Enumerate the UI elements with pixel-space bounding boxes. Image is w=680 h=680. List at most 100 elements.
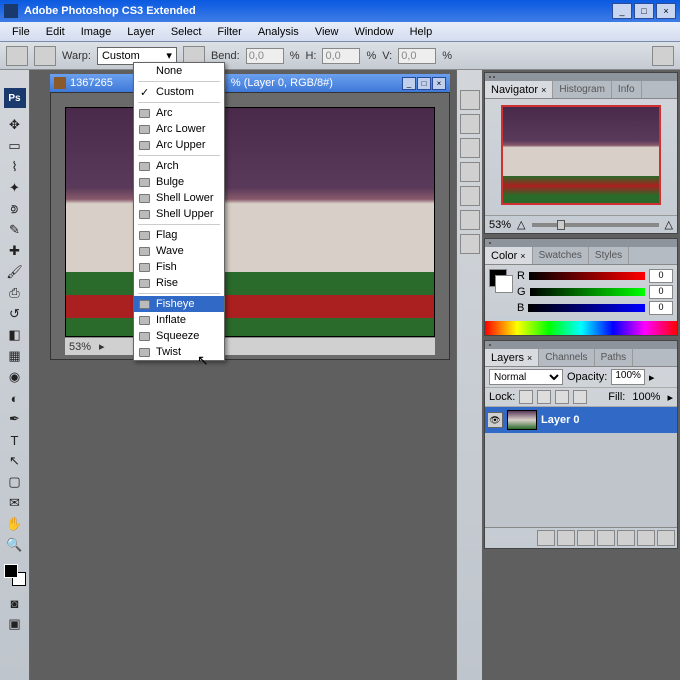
warp-arc-upper[interactable]: Arc Upper	[134, 137, 224, 153]
b-slider[interactable]	[528, 304, 645, 312]
wand-tool[interactable]: ✦	[4, 178, 26, 198]
doc-close-button[interactable]: ×	[432, 77, 446, 90]
bend-field[interactable]: 0,0	[246, 48, 284, 64]
warp-custom[interactable]: ✓Custom	[134, 84, 224, 100]
lock-transparent-icon[interactable]	[519, 390, 533, 404]
notes-tool[interactable]: ✉	[4, 493, 26, 513]
navigator-thumbnail[interactable]	[501, 105, 661, 205]
warp-shell-upper[interactable]: Shell Upper	[134, 206, 224, 222]
tab-histogram[interactable]: Histogram	[553, 81, 612, 98]
path-tool[interactable]: ↖	[4, 451, 26, 471]
warp-shell-lower[interactable]: Shell Lower	[134, 190, 224, 206]
warp-squeeze[interactable]: Squeeze	[134, 328, 224, 344]
menu-view[interactable]: View	[307, 24, 347, 40]
eyedropper-tool[interactable]: ✎	[4, 220, 26, 240]
warp-arch[interactable]: Arch	[134, 158, 224, 174]
crop-tool[interactable]: ⟄	[4, 199, 26, 219]
eraser-tool[interactable]: ◧	[4, 325, 26, 345]
heal-tool[interactable]: ✚	[4, 241, 26, 261]
new-layer-icon[interactable]	[637, 530, 655, 546]
spectrum-bar[interactable]	[485, 321, 677, 335]
grid-icon[interactable]	[34, 46, 56, 66]
menu-layer[interactable]: Layer	[119, 24, 163, 40]
warp-fish[interactable]: Fish	[134, 259, 224, 275]
lock-all-icon[interactable]	[573, 390, 587, 404]
tab-paths[interactable]: Paths	[595, 349, 634, 366]
tab-layers[interactable]: Layers×	[485, 349, 539, 366]
workspace-icon[interactable]	[652, 46, 674, 66]
tab-color[interactable]: Color×	[485, 247, 533, 264]
menu-help[interactable]: Help	[402, 24, 441, 40]
menu-edit[interactable]: Edit	[38, 24, 73, 40]
blur-tool[interactable]: ◉	[4, 367, 26, 387]
adjustment-icon[interactable]	[597, 530, 615, 546]
panel-drag[interactable]	[485, 341, 677, 349]
zoom-tool[interactable]: 🔍	[4, 535, 26, 555]
tab-styles[interactable]: Styles	[589, 247, 629, 264]
blend-mode-select[interactable]: Normal	[489, 369, 563, 385]
history-tool[interactable]: ↺	[4, 304, 26, 324]
dock-btn-1[interactable]	[460, 90, 480, 110]
minimize-button[interactable]: _	[612, 3, 632, 19]
warp-arc[interactable]: Arc	[134, 105, 224, 121]
dock-btn-7[interactable]	[460, 234, 480, 254]
shape-tool[interactable]: ▢	[4, 472, 26, 492]
move-tool[interactable]: ✥	[4, 115, 26, 135]
fx-icon[interactable]	[557, 530, 575, 546]
warp-twist[interactable]: Twist	[134, 344, 224, 360]
document-titlebar[interactable]: 1367265 % (Layer 0, RGB/8#) _ □ ×	[50, 74, 450, 92]
panel-drag[interactable]	[485, 239, 677, 247]
warp-wave[interactable]: Wave	[134, 243, 224, 259]
lock-image-icon[interactable]	[537, 390, 551, 404]
dock-btn-6[interactable]	[460, 210, 480, 230]
warp-flag[interactable]: Flag	[134, 227, 224, 243]
layer-name[interactable]: Layer 0	[541, 414, 580, 426]
warp-inflate[interactable]: Inflate	[134, 312, 224, 328]
dock-btn-2[interactable]	[460, 114, 480, 134]
tab-channels[interactable]: Channels	[539, 349, 594, 366]
menu-window[interactable]: Window	[346, 24, 401, 40]
foreground-swatch[interactable]	[4, 564, 18, 578]
doc-minimize-button[interactable]: _	[402, 77, 416, 90]
color-swatches[interactable]	[4, 564, 26, 586]
tab-swatches[interactable]: Swatches	[533, 247, 589, 264]
g-slider[interactable]	[530, 288, 645, 296]
group-icon[interactable]	[617, 530, 635, 546]
opacity-field[interactable]: 100%	[611, 369, 645, 385]
stamp-tool[interactable]: ⎙	[4, 283, 26, 303]
dodge-tool[interactable]: ◐	[4, 388, 26, 408]
tab-info[interactable]: Info	[612, 81, 642, 98]
warp-rise[interactable]: Rise	[134, 275, 224, 291]
doc-info[interactable]: ▸	[99, 340, 105, 353]
layer-thumbnail[interactable]	[507, 410, 537, 430]
warp-bulge[interactable]: Bulge	[134, 174, 224, 190]
marquee-tool[interactable]: ▭	[4, 136, 26, 156]
pen-tool[interactable]: ✒	[4, 409, 26, 429]
g-value[interactable]: 0	[649, 285, 673, 299]
warp-arc-lower[interactable]: Arc Lower	[134, 121, 224, 137]
type-tool[interactable]: T	[4, 430, 26, 450]
zoom-out-icon[interactable]: △	[517, 218, 525, 231]
mask-icon[interactable]	[577, 530, 595, 546]
close-button[interactable]: ×	[656, 3, 676, 19]
fill-field[interactable]: 100%	[629, 391, 663, 403]
menu-file[interactable]: File	[4, 24, 38, 40]
warp-none[interactable]: None	[134, 63, 224, 79]
chevron-icon[interactable]: ▸	[667, 391, 673, 404]
lock-position-icon[interactable]	[555, 390, 569, 404]
navigator-zoom[interactable]: 53%	[489, 219, 511, 231]
menu-select[interactable]: Select	[163, 24, 210, 40]
visibility-icon[interactable]: 👁	[487, 412, 503, 428]
screenmode-tool[interactable]: ▣	[4, 614, 26, 634]
warp-fisheye[interactable]: Fisheye	[134, 296, 224, 312]
layer-row[interactable]: 👁 Layer 0	[485, 407, 677, 433]
panel-drag[interactable]	[485, 73, 677, 81]
document-image[interactable]	[65, 107, 435, 337]
dock-btn-4[interactable]	[460, 162, 480, 182]
gradient-tool[interactable]: ▦	[4, 346, 26, 366]
transform-icon[interactable]	[6, 46, 28, 66]
tab-navigator[interactable]: Navigator×	[485, 81, 553, 98]
dock-btn-5[interactable]	[460, 186, 480, 206]
doc-maximize-button[interactable]: □	[417, 77, 431, 90]
link-icon[interactable]	[537, 530, 555, 546]
